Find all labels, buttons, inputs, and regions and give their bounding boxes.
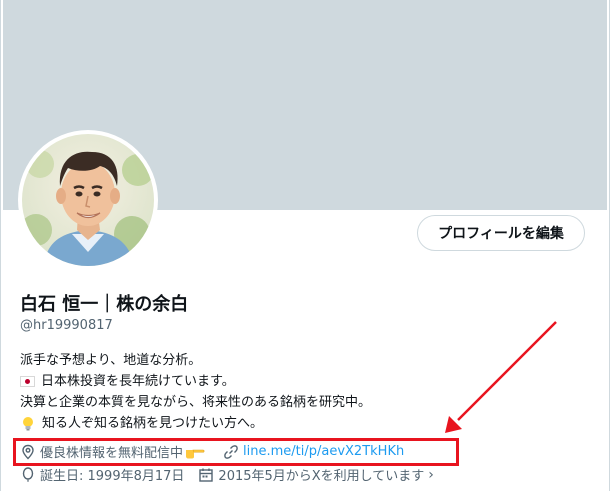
chevron-right-icon[interactable]: › (428, 467, 434, 483)
profile-joined: 2015年5月からXを利用しています › (198, 465, 434, 484)
profile-meta-row-2: 誕生日: 1999年8月17日 2015年5月からXを利用しています › (20, 465, 448, 484)
balloon-icon (22, 466, 34, 481)
japan-flag-icon (20, 376, 35, 387)
avatar-border (18, 130, 158, 270)
profile-name: 白石 恒一｜株の余白 (20, 294, 189, 315)
profile-handle: @hr19990817 (20, 318, 113, 333)
profile-birthday: 誕生日: 1999年8月17日 (20, 465, 184, 484)
edit-profile-button[interactable]: プロフィールを編集 (417, 215, 585, 251)
bio-line: 日本株投資を長年続けています。 (20, 371, 371, 392)
bio-line: 知る人ぞ知る銘柄を見つけたい方へ。 (20, 413, 371, 434)
lightbulb-icon (23, 416, 33, 430)
profile-bio: 派手な予想より、地道な分析。 日本株投資を長年続けています。 決算と企業の本質を… (20, 350, 371, 434)
bio-line: 派手な予想より、地道な分析。 (20, 353, 202, 368)
calendar-icon (199, 468, 214, 482)
avatar[interactable] (22, 134, 154, 266)
annotation-highlight-box (13, 438, 459, 466)
bio-line: 決算と企業の本質を見ながら、将来性のある銘柄を研究中。 (20, 395, 372, 410)
avatar-illustration (22, 134, 154, 266)
